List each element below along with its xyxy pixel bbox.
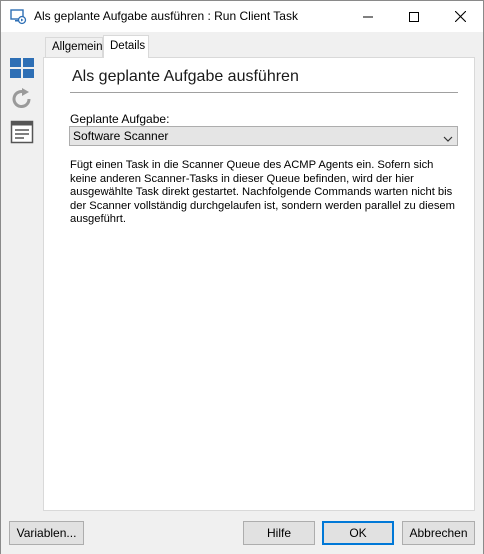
cancel-button[interactable]: Abbrechen <box>402 521 475 545</box>
title-bar[interactable]: Als geplante Aufgabe ausführen : Run Cli… <box>1 1 483 32</box>
variables-button[interactable]: Variablen... <box>9 521 84 545</box>
refresh-icon[interactable] <box>10 87 34 111</box>
window-title: Als geplante Aufgabe ausführen : Run Cli… <box>34 9 298 23</box>
ok-button[interactable]: OK <box>322 521 394 545</box>
task-description: Fügt einen Task in die Scanner Queue des… <box>70 159 455 226</box>
section-heading: Als geplante Aufgabe ausführen <box>72 68 299 85</box>
task-dropdown[interactable]: Software Scanner <box>69 126 458 146</box>
app-icon <box>10 8 27 25</box>
task-dropdown-value: Software Scanner <box>73 129 169 143</box>
button-bar: Variablen... Hilfe OK Abbrechen <box>1 511 483 554</box>
list-icon[interactable] <box>10 120 34 144</box>
close-icon <box>454 11 466 22</box>
heading-divider <box>70 92 458 93</box>
help-button[interactable]: Hilfe <box>243 521 315 545</box>
dashboard-icon[interactable] <box>10 56 34 80</box>
tab-allgemein[interactable]: Allgemein <box>45 37 103 57</box>
maximize-button[interactable] <box>391 1 437 32</box>
left-toolbar <box>1 32 42 511</box>
task-field-label: Geplante Aufgabe: <box>70 112 170 126</box>
details-panel: Als geplante Aufgabe ausführen Geplante … <box>43 57 475 511</box>
chevron-down-icon <box>443 131 453 142</box>
close-button[interactable] <box>437 1 483 32</box>
minimize-button[interactable] <box>345 1 391 32</box>
dialog-window: Als geplante Aufgabe ausführen : Run Cli… <box>0 0 484 554</box>
minimize-icon <box>363 16 373 17</box>
maximize-icon <box>409 11 419 22</box>
tab-details[interactable]: Details <box>103 35 149 58</box>
